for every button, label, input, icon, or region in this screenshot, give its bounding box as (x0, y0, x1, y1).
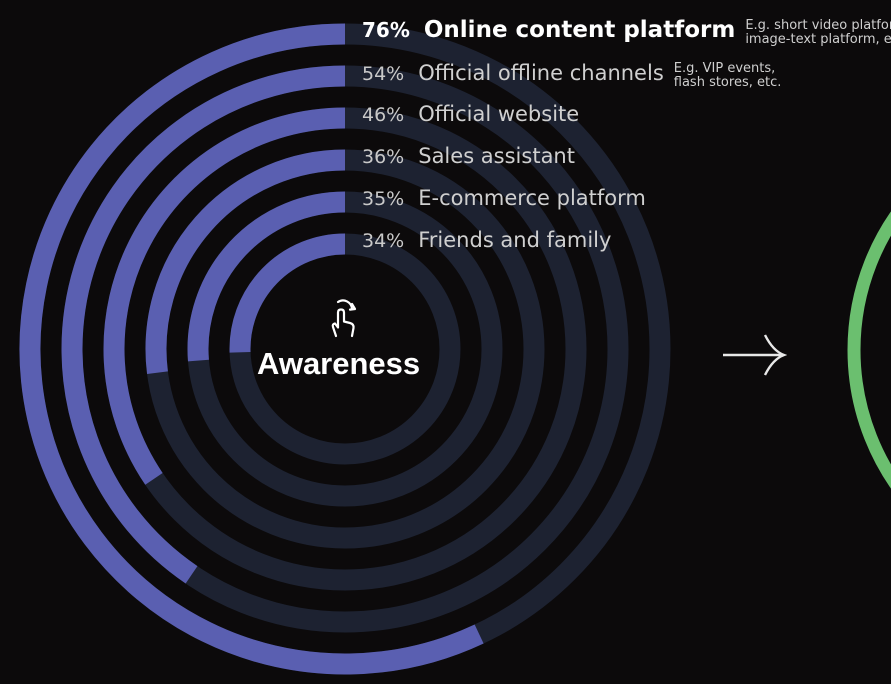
category-label: Official offline channels (418, 61, 664, 86)
category-label: Online content platform (423, 17, 736, 44)
value-label: 36% (362, 146, 405, 168)
category-note: E.g. short video platform,image-text pla… (745, 19, 891, 46)
category-note-line: image-text platform, etc. (745, 31, 891, 47)
category-note-line: E.g. VIP events, (673, 61, 776, 76)
category-note: E.g. VIP events, flash stores, etc. (674, 62, 782, 89)
category-label: E-commerce platform (418, 186, 646, 210)
legend-row: 35% E-commerce platform (362, 188, 646, 209)
category-note-line: flash stores, etc. (673, 74, 782, 90)
legend-row: 54% Official offline channels E.g. VIP eve… (362, 62, 781, 89)
value-label: 54% (362, 63, 405, 86)
value-label: 34% (362, 230, 405, 252)
category-label: Official website (418, 102, 580, 126)
next-stage-ring (847, 211, 891, 489)
category-note-line: E.g. short video platform, (745, 18, 891, 33)
value-label: 76% (362, 18, 410, 43)
category-label: Friends and family (418, 228, 612, 252)
legend-row: 36% Sales assistant (362, 146, 575, 167)
legend-row: 76% Online content platform E.g. short vid… (362, 19, 891, 46)
value-label: 46% (362, 104, 405, 126)
category-label: Sales assistant (418, 144, 575, 168)
legend-row: 34% Friends and family (362, 230, 611, 251)
touch-hand-icon (322, 296, 366, 346)
arrow-right-icon (721, 333, 788, 383)
stage-title: Awareness (257, 346, 421, 381)
legend-row: 46% Official website (362, 104, 579, 125)
value-label: 35% (362, 188, 405, 210)
